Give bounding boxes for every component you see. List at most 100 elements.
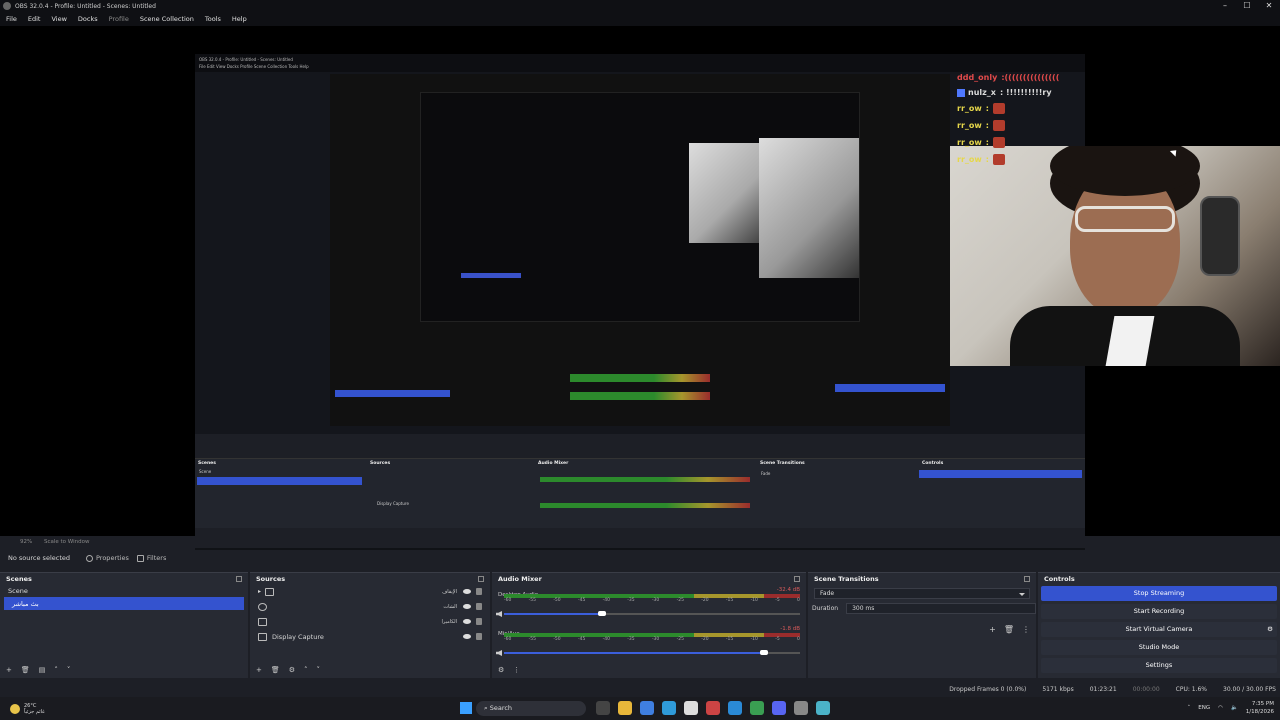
window-title: OBS 32.0.4 - Profile: Untitled - Scenes:… [15,2,156,10]
app-icon[interactable] [816,701,830,715]
undock-icon[interactable] [236,575,242,582]
scene-item[interactable]: Scene [0,584,248,597]
tray-arrow-icon[interactable]: ˄ [1188,705,1191,711]
tick-label: -15 [725,637,734,642]
mixer-settings-icon[interactable]: ⚙ [498,666,504,674]
visibility-icon[interactable] [463,619,471,624]
steam-icon[interactable] [728,701,742,715]
nested-sources-dock: Sources Display Capture [367,458,535,528]
chrome-icon[interactable] [750,701,764,715]
lock-icon[interactable] [476,588,482,595]
nested-scenes-dock: Scenes Scene [195,458,367,528]
close-button[interactable]: ✕ [1258,0,1280,12]
source-item[interactable]: الكاميرا [250,614,490,629]
start-recording-button[interactable]: Start Recording [1041,604,1277,619]
menu-scene-collection[interactable]: Scene Collection [140,15,194,23]
start-virtual-camera-button[interactable]: Start Virtual Camera ⚙ [1041,622,1277,637]
expand-icon[interactable]: ▸ [258,588,261,595]
speaker-icon[interactable] [496,650,502,656]
rec-timer: 00:00:00 [1132,685,1160,693]
calendar-icon[interactable] [684,701,698,715]
menu-help[interactable]: Help [232,15,247,23]
tick-label: -55 [528,598,537,603]
add-scene-icon[interactable]: + [6,666,12,674]
discord-icon[interactable] [772,701,786,715]
mixer-footer: ⚙ ⋮ [498,666,529,674]
studio-mode-button[interactable]: Studio Mode [1041,640,1277,655]
volume-slider-handle[interactable] [597,611,606,616]
recursive-inner [420,92,860,322]
move-up-icon[interactable]: ˄ [304,666,308,674]
scene-filter-icon[interactable]: ▤ [39,666,46,674]
edge-icon[interactable] [662,701,676,715]
visibility-icon[interactable] [463,604,471,609]
scale-bar: 92% Scale to Window [0,536,1280,548]
move-down-icon[interactable]: ˅ [67,666,71,674]
recursive-highlight [461,273,521,278]
volume-icon[interactable]: 🔈 [1231,705,1238,711]
menu-docks[interactable]: Docks [78,15,98,23]
move-up-icon[interactable]: ˄ [54,666,58,674]
source-item[interactable]: Display Capture [250,629,490,644]
wifi-icon[interactable]: ◠ [1218,705,1223,711]
lock-icon[interactable] [476,603,482,610]
undock-icon[interactable] [478,575,484,582]
settings-icon[interactable] [794,701,808,715]
menu-file[interactable]: File [6,15,17,23]
monitor-icon [258,632,267,641]
menu-view[interactable]: View [51,15,66,23]
scene-item-selected[interactable]: بث مباشر [4,597,244,610]
weather-widget[interactable]: 26°C غائم جزئياً [10,703,45,715]
remove-source-icon[interactable]: 🗑 [271,666,280,674]
undock-icon[interactable] [1024,575,1030,582]
add-transition-icon[interactable]: + [989,625,996,634]
store-icon[interactable] [640,701,654,715]
maximize-button[interactable]: ☐ [1236,0,1258,12]
scenes-title: Scenes [6,574,32,583]
stop-streaming-button[interactable]: Stop Streaming [1041,586,1277,601]
obs-icon[interactable] [706,701,720,715]
lock-icon[interactable] [476,633,482,640]
properties-button[interactable]: Properties [86,554,129,562]
language-indicator[interactable]: ENG [1198,705,1210,711]
move-down-icon[interactable]: ˅ [317,666,321,674]
zoom-level[interactable]: 92% [20,539,32,545]
mixer-menu-icon[interactable]: ⋮ [513,666,520,674]
remove-scene-icon[interactable]: 🗑 [21,666,30,674]
undock-icon[interactable] [794,575,800,582]
menu-profile[interactable]: Profile [109,15,129,23]
tick-label: -60 [504,598,512,603]
taskbar-search[interactable]: ⌕ Search [476,701,586,716]
preview-canvas[interactable]: OBS 32.0.4 - Profile: Untitled - Scenes:… [0,26,1280,554]
add-source-icon[interactable]: + [256,666,262,674]
transition-select[interactable]: Fade [814,588,1030,599]
scale-mode[interactable]: Scale to Window [44,539,90,545]
tick-label: -25 [676,637,684,642]
speaker-icon[interactable] [496,611,502,617]
clock[interactable]: 7:35 PM 1/18/2026 [1246,700,1274,716]
source-settings-icon[interactable]: ⚙ [289,666,295,674]
settings-button[interactable]: Settings [1041,658,1277,673]
file-explorer-icon[interactable] [618,701,632,715]
nested-mixer-dock: Audio Mixer [535,458,757,528]
lock-icon[interactable] [476,618,482,625]
window-controls: – ☐ ✕ [1214,0,1280,12]
minimize-button[interactable]: – [1214,0,1236,12]
visibility-icon[interactable] [463,589,471,594]
windows-start-icon[interactable] [460,702,472,714]
visibility-icon[interactable] [463,634,471,639]
filters-button[interactable]: Filters [136,554,166,562]
duration-input[interactable]: 300 ms [846,603,1036,614]
menu-tools[interactable]: Tools [205,15,221,23]
menu-edit[interactable]: Edit [28,15,41,23]
remove-transition-icon[interactable]: 🗑 [1004,625,1014,634]
volume-slider-handle[interactable] [760,650,769,655]
transition-menu-icon[interactable]: ⋮ [1022,625,1030,634]
nested-title: OBS 32.0.4 - Profile: Untitled - Scenes:… [195,54,1085,72]
gear-icon[interactable]: ⚙ [1267,622,1273,636]
source-item[interactable]: ▸ الإيقاف [250,584,490,599]
emote-icon [992,103,1005,114]
source-item[interactable]: الشات [250,599,490,614]
task-view-icon[interactable] [596,701,610,715]
tick-label: -60 [504,637,512,642]
